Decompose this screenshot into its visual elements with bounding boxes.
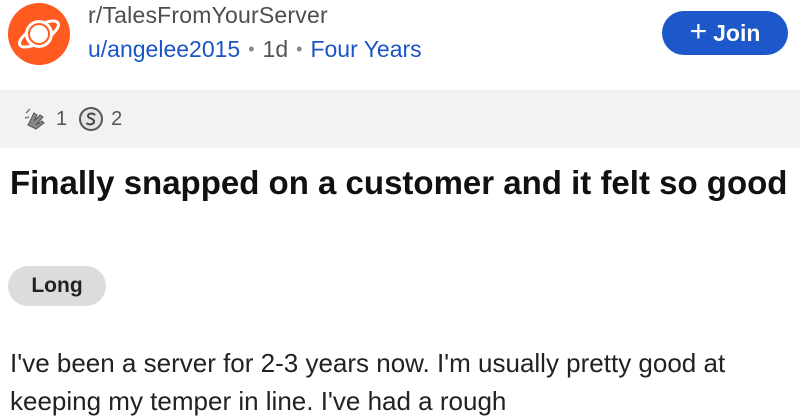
author-link[interactable]: u/angelee2015: [88, 36, 240, 63]
post-body: I've been a server for 2-3 years now. I'…: [10, 348, 726, 416]
plus-icon: +: [689, 14, 708, 48]
post-flair[interactable]: Long: [8, 266, 106, 306]
subreddit-name[interactable]: r/TalesFromYourServer: [88, 2, 328, 29]
meta-separator: •: [296, 39, 303, 59]
awards-bar[interactable]: 1 2: [0, 90, 800, 148]
meta-separator: •: [248, 39, 255, 59]
user-flair: Four Years: [310, 36, 422, 62]
subreddit-avatar[interactable]: [8, 3, 70, 65]
award-count: 1: [56, 107, 68, 130]
award-count: 2: [111, 107, 123, 130]
post-header: r/TalesFromYourServer u/angelee2015 • 1d…: [0, 0, 800, 80]
post-age: 1d: [262, 36, 289, 62]
post-meta: u/angelee2015 • 1d • Four Years: [88, 36, 422, 63]
join-label: Join: [713, 19, 761, 46]
post-title[interactable]: Finally snapped on a customer and it fel…: [10, 162, 795, 204]
award-silver-icon: [79, 107, 104, 131]
planet-icon: [18, 19, 60, 49]
award-pray-icon: [24, 108, 45, 130]
join-button[interactable]: + Join: [662, 11, 788, 55]
